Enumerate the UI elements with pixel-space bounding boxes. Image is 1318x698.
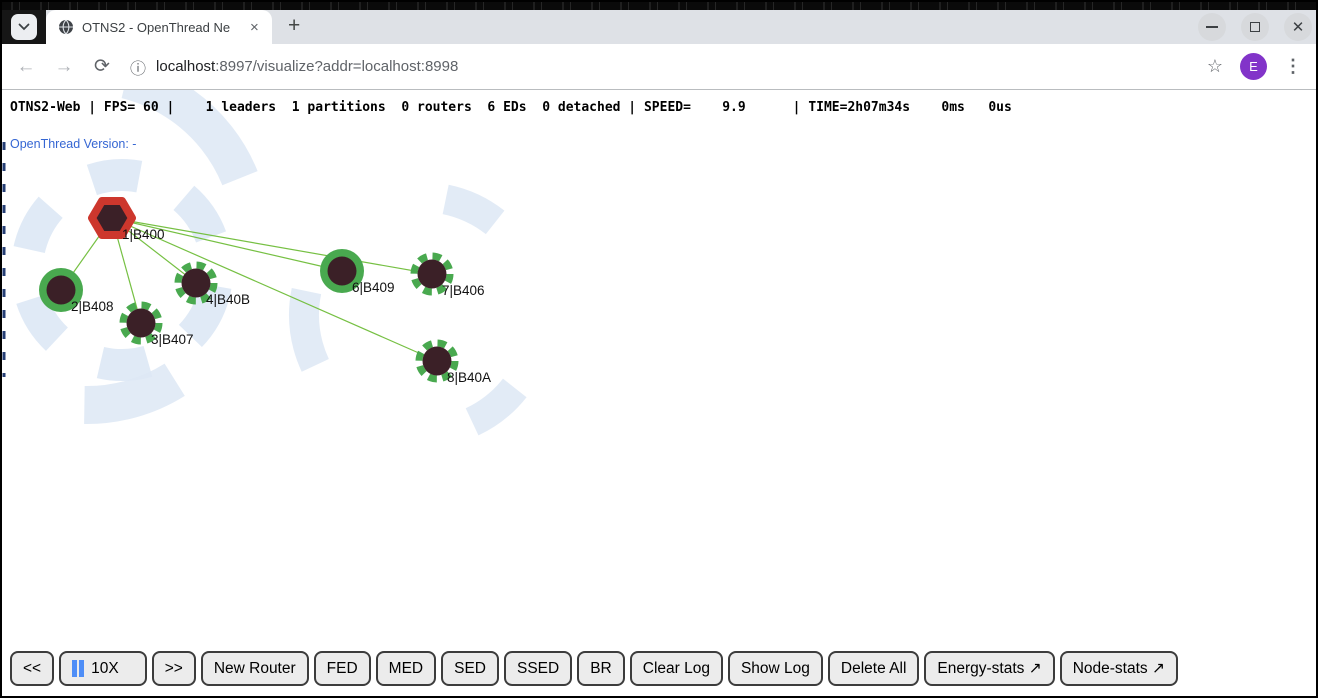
tab-title: OTNS2 - OpenThread Ne <box>82 20 242 35</box>
clear-log-button[interactable]: Clear Log <box>630 651 723 686</box>
button-label: 10X <box>91 660 119 678</box>
node-label: 8|B40A <box>447 370 491 385</box>
window-controls: ✕ <box>1198 10 1312 44</box>
ssed-button[interactable]: SSED <box>504 651 572 686</box>
button-label: New Router <box>214 660 296 678</box>
new-tab-button[interactable]: + <box>288 15 300 36</box>
node-label: 7|B406 <box>442 283 485 298</box>
button-label: << <box>23 660 41 678</box>
node-4[interactable]: 4|B40B <box>178 265 250 307</box>
show-log-button[interactable]: Show Log <box>728 651 823 686</box>
network-canvas[interactable]: 1|B400 2|B408 3|B407 4|B40B 6|B409 7|B406 8|B4… <box>2 90 1316 696</box>
reload-button[interactable]: ⟳ <box>88 55 116 78</box>
tab-strip: OTNS2 - OpenThread Ne × + ✕ <box>2 10 1316 44</box>
button-label: Node-stats ↗ <box>1073 659 1165 678</box>
button-label: BR <box>590 660 612 678</box>
delete-all-button[interactable]: Delete All <box>828 651 919 686</box>
tab-close-icon[interactable]: × <box>246 18 263 37</box>
maximize-icon <box>1250 22 1260 32</box>
button-label: Show Log <box>741 660 810 678</box>
profile-avatar[interactable]: E <box>1240 53 1267 80</box>
chevron-down-icon <box>18 23 30 31</box>
browser-menu-icon[interactable]: ⋮ <box>1284 56 1302 77</box>
node-label: 2|B408 <box>71 299 114 314</box>
new-router-button[interactable]: New Router <box>201 651 309 686</box>
node-stats-button[interactable]: Node-stats ↗ <box>1060 651 1178 686</box>
node-6[interactable]: 6|B409 <box>320 249 395 295</box>
node-8[interactable]: 8|B40A <box>419 343 491 385</box>
url-bar[interactable]: localhost:8997/visualize?addr=localhost:… <box>156 58 1207 75</box>
partition-arc <box>277 170 566 459</box>
otns-page: 1|B400 2|B408 3|B407 4|B40B 6|B409 7|B406 8|B4… <box>2 90 1316 696</box>
minimize-button[interactable] <box>1198 13 1226 41</box>
minimize-icon <box>1206 26 1218 28</box>
node-label: 3|B407 <box>151 332 194 347</box>
button-label: Delete All <box>841 660 906 678</box>
browser-window: OTNS2 - OpenThread Ne × + ✕ ← → ⟳ ⓘ loca… <box>0 0 1318 698</box>
button-label: SSED <box>517 660 559 678</box>
button-label: MED <box>389 660 423 678</box>
button-label: Energy-stats ↗ <box>937 659 1041 678</box>
node-7[interactable]: 7|B406 <box>414 256 485 298</box>
sed-button[interactable]: SED <box>441 651 499 686</box>
tab-search-button[interactable] <box>11 14 37 40</box>
fed-button[interactable]: FED <box>314 651 371 686</box>
node-label: 6|B409 <box>352 280 395 295</box>
url-path: :8997/visualize?addr=localhost:8998 <box>215 58 458 75</box>
site-info-icon[interactable]: ⓘ <box>130 55 146 79</box>
step-back-button[interactable]: << <box>10 651 54 686</box>
frame-corner <box>2 10 46 44</box>
energy-stats-button[interactable]: Energy-stats ↗ <box>924 651 1054 686</box>
control-button-bar: << 10X >> New Router FED MED SED SSED BR Clear Lo… <box>10 651 1178 686</box>
background-remnant-strip <box>2 2 1316 10</box>
back-button[interactable]: ← <box>12 56 40 78</box>
button-label: >> <box>165 660 183 678</box>
forward-button[interactable]: → <box>50 56 78 78</box>
bookmark-star-icon[interactable]: ☆ <box>1207 56 1223 77</box>
step-forward-button[interactable]: >> <box>152 651 196 686</box>
url-host: localhost <box>156 58 215 75</box>
button-label: Clear Log <box>643 660 710 678</box>
globe-favicon-icon <box>58 19 74 35</box>
br-button[interactable]: BR <box>577 651 625 686</box>
node-label: 1|B400 <box>122 227 165 242</box>
address-toolbar: ← → ⟳ ⓘ localhost:8997/visualize?addr=lo… <box>2 44 1316 90</box>
close-window-button[interactable]: ✕ <box>1284 13 1312 41</box>
node-2[interactable]: 2|B408 <box>39 268 114 314</box>
close-icon: ✕ <box>1292 20 1305 35</box>
maximize-button[interactable] <box>1241 13 1269 41</box>
browser-tab[interactable]: OTNS2 - OpenThread Ne × <box>46 10 272 44</box>
speed-button[interactable]: 10X <box>59 651 147 686</box>
node-label: 4|B40B <box>206 292 250 307</box>
button-label: SED <box>454 660 486 678</box>
toolbar-right: ☆ E ⋮ <box>1207 53 1302 80</box>
pause-icon <box>72 660 84 677</box>
med-button[interactable]: MED <box>376 651 436 686</box>
node-1[interactable]: 1|B400 <box>92 201 165 242</box>
button-label: FED <box>327 660 358 678</box>
simulation-status-line: OTNS2-Web | FPS= 60 | 1 leaders 1 partit… <box>10 101 1316 116</box>
openthread-version-link[interactable]: OpenThread Version: - <box>10 137 136 151</box>
